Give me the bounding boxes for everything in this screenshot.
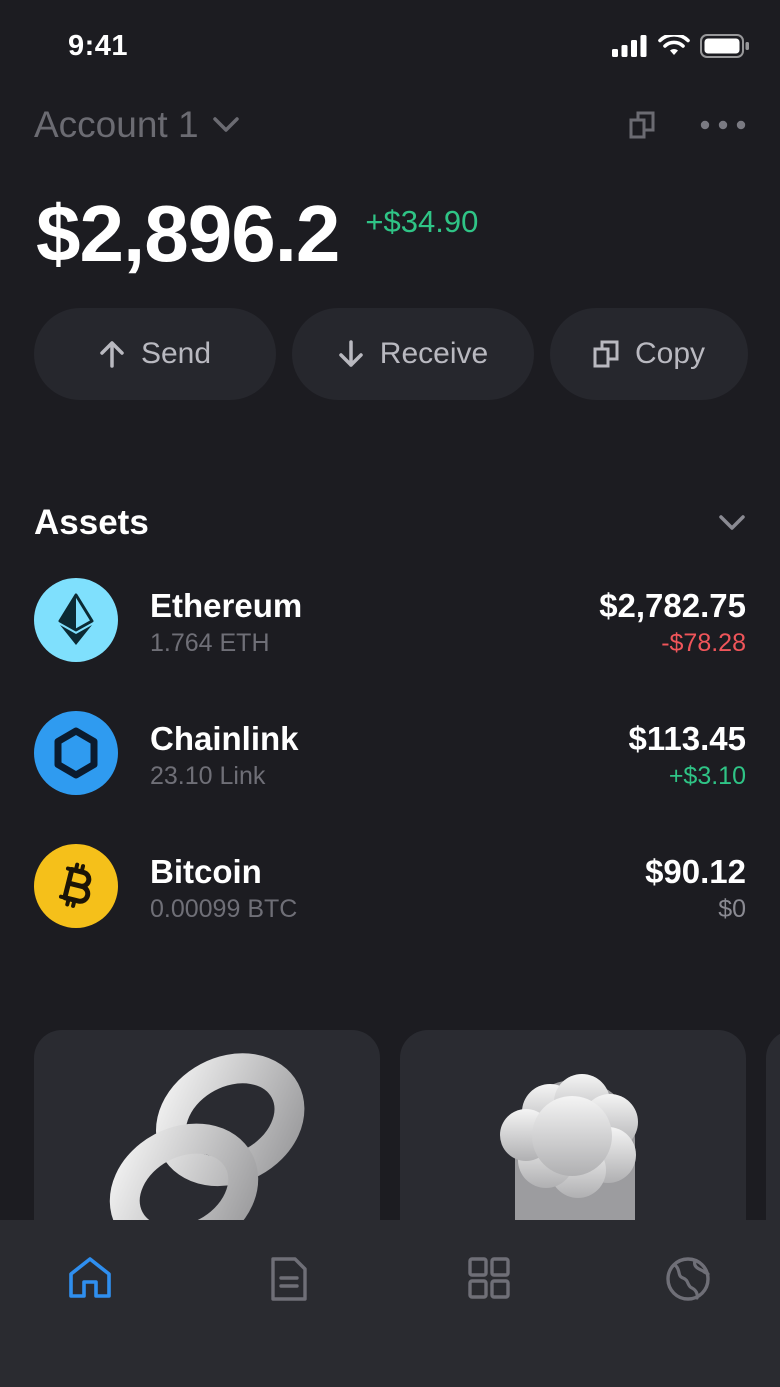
tab-activity[interactable] (244, 1256, 334, 1346)
send-button[interactable]: Send (34, 308, 276, 400)
asset-value: $90.12 (645, 853, 746, 890)
account-name: Account 1 (34, 104, 199, 145)
tab-bar (0, 1220, 780, 1387)
asset-row-bitcoin[interactable]: Bitcoin 0.00099 BTC $90.12 $0 (34, 844, 746, 977)
copy-icon (593, 340, 619, 368)
arrow-up-icon (100, 341, 124, 368)
battery-icon (700, 34, 749, 58)
bitcoin-icon (34, 844, 118, 928)
chain-link-illustration (109, 1053, 305, 1230)
tab-browser[interactable] (643, 1256, 733, 1346)
status-time: 9:41 (68, 30, 129, 62)
asset-name: Ethereum (150, 587, 303, 624)
asset-value: $2,782.75 (599, 587, 746, 624)
asset-amount: 0.00099 BTC (150, 895, 298, 923)
assets-header: Assets (34, 500, 746, 546)
ethereum-icon (34, 578, 118, 662)
receive-button[interactable]: Receive (292, 308, 534, 400)
asset-values: $113.45 +$3.10 (629, 711, 746, 793)
document-icon (271, 1257, 307, 1301)
asset-amount: 1.764 ETH (150, 629, 270, 657)
tab-apps[interactable] (444, 1256, 534, 1346)
feature-cards (34, 1030, 780, 1230)
balance-change: +$34.90 (365, 204, 479, 239)
total-balance: $2,896.2 (36, 189, 340, 278)
asset-delta: $0 (718, 895, 746, 923)
status-bar: 9:41 (0, 0, 780, 96)
asset-info: Ethereum 1.764 ETH (150, 578, 302, 660)
asset-delta: -$78.28 (661, 629, 746, 657)
asset-value: $113.45 (628, 720, 746, 757)
chevron-down-icon (212, 117, 239, 132)
more-options-icon[interactable] (700, 120, 746, 130)
arrow-down-icon (339, 340, 363, 367)
asset-info: Chainlink 23.10 Link (150, 711, 299, 793)
cellular-signal-icon (612, 35, 647, 57)
feature-card-partial[interactable] (766, 1030, 780, 1230)
receive-label: Receive (379, 337, 489, 370)
asset-row-chainlink[interactable]: Chainlink 23.10 Link $113.45 +$3.10 (34, 711, 746, 844)
grid-icon (468, 1257, 510, 1299)
asset-info: Bitcoin 0.00099 BTC (150, 844, 297, 926)
copy-label: Copy (634, 337, 706, 370)
account-selector[interactable]: Account 1 (34, 104, 239, 146)
assets-title: Assets (34, 503, 149, 542)
asset-delta: +$3.10 (668, 762, 746, 790)
asset-values: $2,782.75 -$78.28 (599, 578, 746, 660)
account-header: Account 1 (34, 100, 746, 150)
copy-button[interactable]: Copy (550, 308, 748, 400)
status-icons (612, 34, 750, 58)
feature-card-flower[interactable] (400, 1030, 746, 1230)
tab-home[interactable] (45, 1256, 135, 1346)
header-actions (628, 110, 746, 140)
asset-list: Ethereum 1.764 ETH $2,782.75 -$78.28 Cha… (34, 578, 746, 977)
copy-icon[interactable] (628, 110, 656, 140)
globe-icon (666, 1257, 710, 1301)
chevron-down-icon[interactable] (718, 514, 746, 532)
feature-card-link[interactable] (34, 1030, 380, 1230)
wifi-icon (658, 35, 690, 55)
balance-section: $2,896.2 +$34.90 (36, 190, 478, 278)
chainlink-icon (34, 711, 118, 795)
send-label: Send (140, 337, 212, 370)
action-buttons: Send Receive Copy (34, 308, 748, 400)
home-icon (69, 1257, 111, 1298)
asset-name: Bitcoin (150, 853, 262, 890)
asset-row-ethereum[interactable]: Ethereum 1.764 ETH $2,782.75 -$78.28 (34, 578, 746, 711)
flower-illustration (500, 1074, 638, 1230)
asset-values: $90.12 $0 (645, 844, 746, 926)
asset-name: Chainlink (150, 720, 299, 757)
asset-amount: 23.10 Link (150, 762, 266, 790)
